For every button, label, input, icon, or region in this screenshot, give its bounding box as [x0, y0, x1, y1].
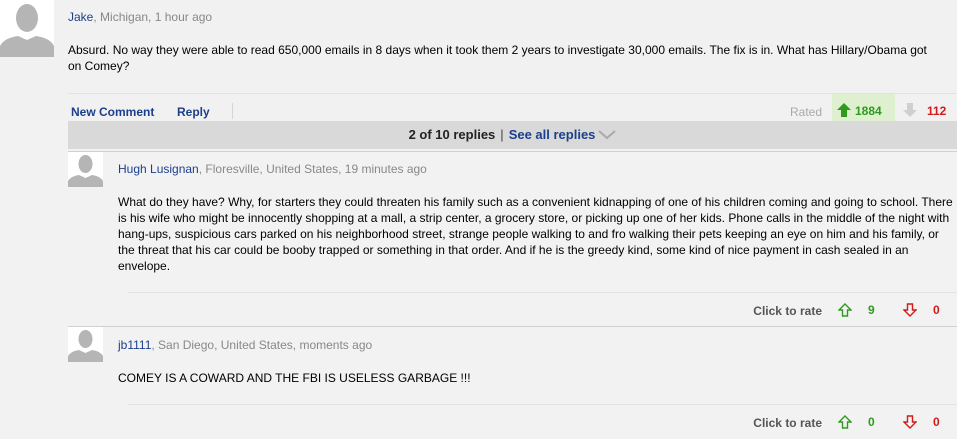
down-vote-count: 0	[933, 303, 940, 317]
divider	[232, 103, 233, 119]
reply-author-link[interactable]: Hugh Lusignan	[118, 162, 199, 176]
reply-author-link[interactable]: jb1111	[118, 338, 151, 352]
reply-rate-row: Click to rate 9 0	[128, 292, 957, 326]
chevron-down-icon[interactable]	[598, 122, 617, 150]
reply-text: What do they have? Why, for starters the…	[118, 195, 953, 273]
replies-separator: |	[500, 127, 504, 142]
down-vote-count: 0	[933, 415, 940, 429]
reply-location-time: , Floresville, United States, 19 minutes…	[198, 162, 427, 176]
up-vote-count: 1884	[855, 104, 882, 118]
comment-location-time: , Michigan, 1 hour ago	[93, 10, 213, 24]
avatar[interactable]	[68, 327, 103, 362]
thumb-up-outline-icon[interactable]	[837, 415, 853, 432]
click-to-rate-label: Click to rate	[753, 416, 822, 430]
click-to-rate-label: Click to rate	[753, 304, 822, 318]
comment-meta: Jake, Michigan, 1 hour ago	[68, 10, 212, 24]
reply-location-time: , San Diego, United States, moments ago	[151, 338, 373, 352]
comment-text: Absurd. No way they were able to read 65…	[68, 43, 927, 73]
thumb-down-outline-icon[interactable]	[902, 415, 918, 432]
reply-meta: jb1111, San Diego, United States, moment…	[118, 338, 372, 352]
replies-bar: 2 of 10 replies | See all replies	[68, 121, 957, 149]
reply-count: 2 of 10 replies	[408, 127, 496, 142]
up-vote-count: 9	[868, 303, 875, 317]
new-comment-button[interactable]: New Comment	[71, 105, 154, 119]
comment-author-link[interactable]: Jake	[68, 10, 93, 24]
reply-meta: Hugh Lusignan, Floresville, United State…	[118, 162, 427, 176]
thumb-down-icon[interactable]	[903, 103, 917, 120]
reply-text: COMEY IS A COWARD AND THE FBI IS USELESS…	[118, 371, 471, 385]
comment-actions: New Comment Reply Rated 1884 112	[68, 93, 957, 129]
up-vote-count: 0	[868, 415, 875, 429]
thumb-up-filled-icon[interactable]	[837, 103, 851, 120]
down-vote-count: 112	[927, 104, 947, 118]
default-avatar-icon	[0, 0, 54, 57]
reply-button[interactable]: Reply	[177, 105, 210, 119]
main-comment: Jake, Michigan, 1 hour ago Absurd. No wa…	[0, 0, 957, 129]
avatar[interactable]	[68, 152, 103, 187]
default-avatar-icon	[68, 327, 103, 362]
default-avatar-icon	[68, 152, 103, 187]
thumb-down-outline-icon[interactable]	[902, 303, 918, 320]
see-all-replies-link[interactable]: See all replies	[509, 127, 596, 142]
rated-label: Rated	[790, 105, 823, 119]
avatar[interactable]	[0, 0, 54, 57]
reply-item: jb1111, San Diego, United States, moment…	[68, 326, 957, 439]
reply-item: Hugh Lusignan, Floresville, United State…	[68, 151, 957, 328]
thumb-up-outline-icon[interactable]	[837, 303, 853, 320]
reply-rate-row: Click to rate 0 0	[128, 404, 957, 438]
